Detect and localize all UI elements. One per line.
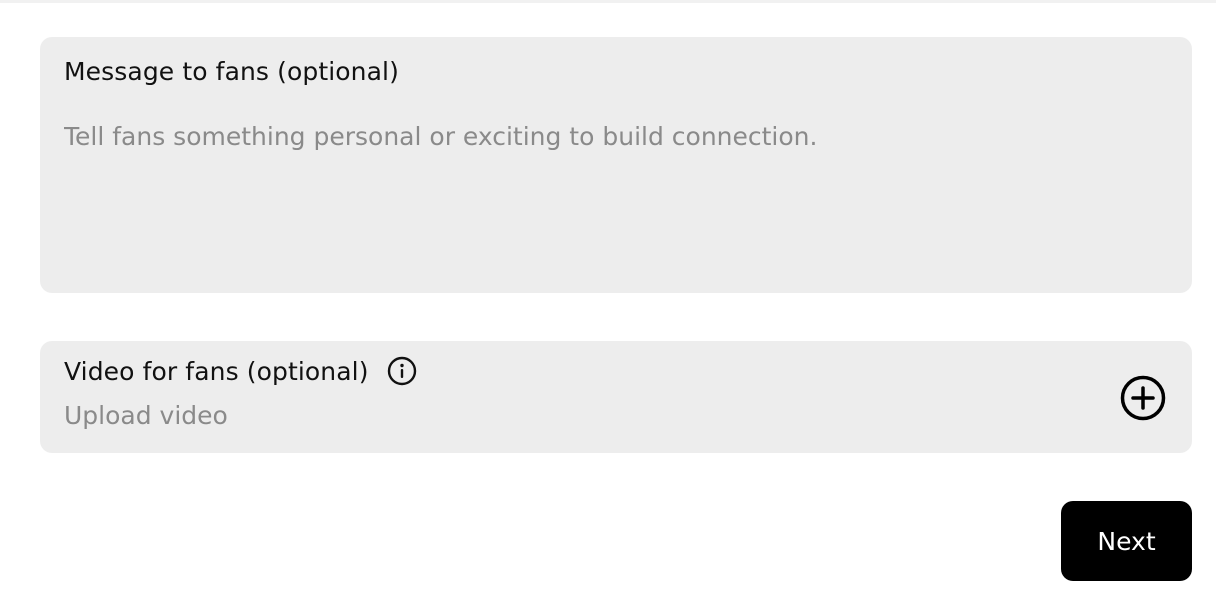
- message-to-fans-label: Message to fans (optional): [64, 57, 399, 86]
- video-for-fans-upload[interactable]: Video for fans (optional) Upload video: [40, 341, 1192, 453]
- next-button[interactable]: Next: [1061, 501, 1192, 581]
- plus-circle-icon[interactable]: [1120, 375, 1166, 421]
- video-label-row: Video for fans (optional): [64, 356, 417, 386]
- top-divider: [0, 0, 1216, 3]
- message-to-fans-textarea[interactable]: [64, 117, 1168, 267]
- upload-video-hint: Upload video: [64, 401, 228, 430]
- video-for-fans-label: Video for fans (optional): [64, 356, 369, 386]
- message-to-fans-card: Message to fans (optional): [40, 37, 1192, 293]
- info-icon[interactable]: [387, 356, 417, 386]
